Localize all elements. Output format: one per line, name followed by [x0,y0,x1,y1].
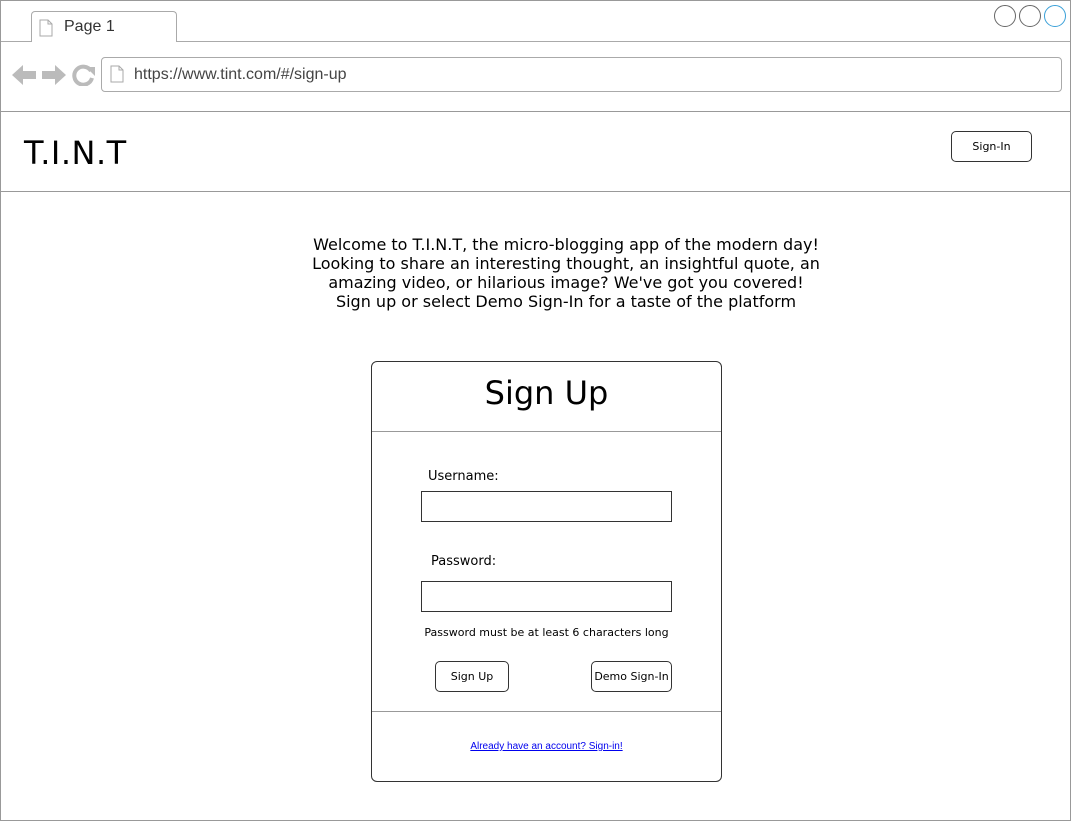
tab-title: Page 1 [64,18,115,35]
app-header: T.I.N.T Sign-In [1,112,1070,192]
divider [372,431,721,432]
navigation-bar: https://www.tint.com/#/sign-up [1,42,1070,112]
signup-card: Sign Up Username: Password: Password mus… [371,361,722,782]
username-input[interactable] [421,491,672,522]
window-control-icon[interactable] [1019,5,1041,27]
welcome-line: amazing video, or hilarious image? We've… [328,273,804,292]
welcome-line: Looking to share an interesting thought,… [312,254,820,273]
card-title: Sign Up [484,374,609,412]
welcome-line: Welcome to T.I.N.T, the micro-blogging a… [313,235,819,254]
browser-window: Page 1 https://www.tint.com/#/sign-up T.… [0,0,1071,821]
header-signin-button[interactable]: Sign-In [951,131,1032,162]
window-controls [994,5,1066,27]
signin-link[interactable]: Already have an account? Sign-in! [372,741,721,752]
browser-tab[interactable]: Page 1 [31,11,177,43]
page-icon [39,19,53,41]
arrow-right-icon[interactable] [41,64,67,90]
reload-icon[interactable] [72,64,96,90]
password-hint: Password must be at least 6 characters l… [424,626,669,639]
divider [372,711,721,712]
arrow-left-icon[interactable] [11,64,37,90]
address-bar[interactable]: https://www.tint.com/#/sign-up [101,57,1062,92]
signup-button[interactable]: Sign Up [435,661,509,692]
page-icon [110,65,124,87]
password-input[interactable] [421,581,672,612]
logo: T.I.N.T [24,134,127,172]
demo-signin-button[interactable]: Demo Sign-In [591,661,672,692]
tab-bar: Page 1 [1,1,1070,43]
password-label: Password: [431,554,497,569]
username-label: Username: [428,469,499,484]
url-text: https://www.tint.com/#/sign-up [134,66,347,83]
window-control-icon[interactable] [994,5,1016,27]
window-control-icon[interactable] [1044,5,1066,27]
welcome-message: Welcome to T.I.N.T, the micro-blogging a… [266,235,866,311]
welcome-line: Sign up or select Demo Sign-In for a tas… [335,292,797,311]
